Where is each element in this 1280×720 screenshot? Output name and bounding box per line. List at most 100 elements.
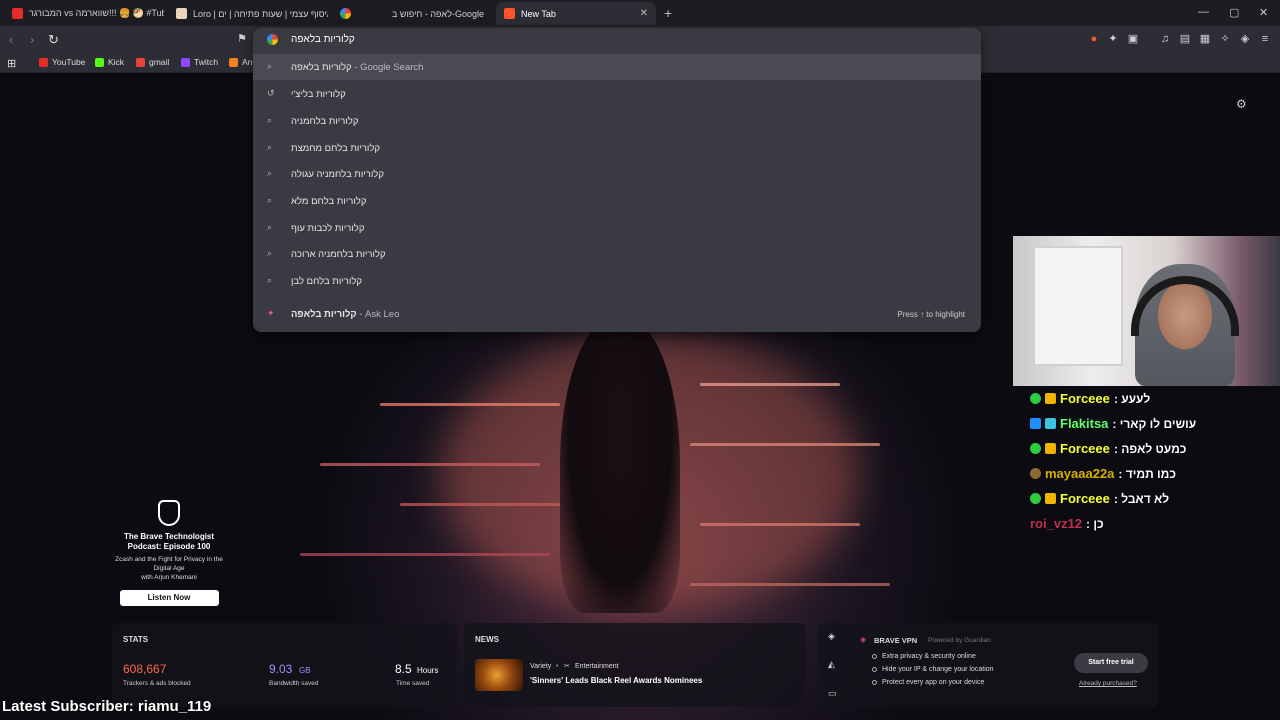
latest-subscriber-banner: Latest Subscriber: riamu_119 xyxy=(2,698,212,715)
tab-new-tab[interactable]: New Tab ✕ xyxy=(496,2,656,25)
wallet-icon[interactable]: ▣ xyxy=(1127,33,1139,45)
stats-heading: STATS xyxy=(123,635,149,644)
vpn-video-icon[interactable]: ▭ xyxy=(828,688,837,699)
light-streak xyxy=(320,463,540,466)
suggestion-text: קלוריות בלחם מלא xyxy=(291,196,367,207)
suggestion-item[interactable]: ⌕ קלוריות בלחם מלא xyxy=(253,188,981,214)
suggestion-item[interactable]: ⌕ קלוריות בלחמניה xyxy=(253,108,981,134)
podcast-guest: with Arjun Khemani xyxy=(141,574,197,581)
chat-text: : לא דאבל xyxy=(1113,491,1170,506)
vpn-feature: Extra privacy & security online xyxy=(872,653,976,660)
bookmark-youtube[interactable]: YouTube xyxy=(39,57,85,67)
youtube-icon xyxy=(12,8,23,19)
verified-badge-icon xyxy=(1030,393,1041,404)
google-icon xyxy=(340,8,351,19)
gmail-icon xyxy=(136,57,145,67)
tab-loro[interactable]: Loro | איסוף עצמי | שעות פתיחה | ים xyxy=(168,2,328,25)
tab-google-search[interactable]: לאפה - חיפוש ב-Google xyxy=(332,2,492,25)
light-streak xyxy=(380,403,560,406)
search-icon: ⌕ xyxy=(267,195,273,205)
address-bar[interactable]: קלוריות בלאפה xyxy=(253,28,981,52)
chat-username: Forceee xyxy=(1060,491,1110,506)
news-headline[interactable]: 'Sinners' Leads Black Reel Awards Nomine… xyxy=(530,676,702,685)
sidebar-icon[interactable]: ▤ xyxy=(1179,33,1191,45)
bookmark-icon[interactable]: ⚑ xyxy=(236,33,248,45)
suggestion-item[interactable]: ⌕ קלוריות בלחם מחמצת xyxy=(253,135,981,161)
search-icon: ⌕ xyxy=(267,275,273,285)
leo-ai-icon[interactable]: ✧ xyxy=(1219,33,1231,45)
ask-leo-item[interactable]: ✦ קלוריות בלאפה - Ask Leo Press ↑ to hig… xyxy=(253,301,981,327)
chat-username: Forceee xyxy=(1060,441,1110,456)
listen-now-button[interactable]: Listen Now xyxy=(119,590,219,606)
chat-text: : לעעע xyxy=(1113,391,1151,406)
bookmark-label: YouTube xyxy=(52,57,86,67)
vpn-icon[interactable]: ◈ xyxy=(1239,33,1251,45)
time-label: Time saved xyxy=(396,680,430,687)
chat-text: : עושים לו קארי xyxy=(1112,416,1197,431)
background-figure xyxy=(560,313,680,613)
check-icon xyxy=(872,680,877,685)
bandwidth-unit: GB xyxy=(299,666,311,675)
news-category: Entertainment xyxy=(575,663,619,670)
suggestion-item[interactable]: ↺ קלוריות בליצ'י xyxy=(253,81,981,107)
reload-icon[interactable]: ↻ xyxy=(48,32,59,48)
minimize-button[interactable]: — xyxy=(1198,6,1209,18)
suggestion-item[interactable]: ⌕ קלוריות בלאפה - Google Search xyxy=(253,54,981,80)
tab-label: המבורגר vs שווארמה!!! 🍔 🥙 #Tube xyxy=(29,8,164,18)
bookmark-gmail[interactable]: gmail xyxy=(136,57,169,67)
extensions-icon[interactable]: ✦ xyxy=(1107,33,1119,45)
forward-icon[interactable]: › xyxy=(30,32,34,47)
leo-icon: ✦ xyxy=(267,308,275,318)
back-icon[interactable]: ‹ xyxy=(9,32,13,47)
start-free-trial-button[interactable]: Start free trial xyxy=(1074,653,1148,673)
vpn-settings-icon[interactable]: ◈ xyxy=(828,631,835,642)
vpn-widget-icon[interactable]: ◭ xyxy=(828,659,835,670)
close-window-button[interactable]: ✕ xyxy=(1259,6,1268,19)
bullet-separator: • xyxy=(556,663,559,670)
crown-badge-icon xyxy=(1045,443,1056,454)
chat-message: Flakitsa : עושים לו קארי xyxy=(1030,411,1270,436)
chat-text: : כן xyxy=(1086,516,1104,531)
podcast-promo: The Brave Technologist Podcast: Episode … xyxy=(112,500,226,606)
keyboard-hint: Press ↑ to highlight xyxy=(897,310,965,319)
chat-message: mayaaa22a : כמו תמיד xyxy=(1030,461,1270,486)
settings-gear-icon[interactable]: ⚙ xyxy=(1236,97,1247,111)
menu-icon[interactable]: ≡ xyxy=(1259,33,1271,45)
light-streak xyxy=(700,523,860,526)
wallet-panel-icon[interactable]: ▦ xyxy=(1199,33,1211,45)
apps-grid-icon[interactable]: ⊞ xyxy=(7,57,16,70)
bookmark-twitch[interactable]: Twitch xyxy=(181,57,218,67)
light-streak xyxy=(300,553,550,556)
brave-lion-icon xyxy=(158,500,180,526)
news-heading: NEWS xyxy=(475,635,499,644)
close-tab-icon[interactable]: ✕ xyxy=(640,8,648,19)
verified-badge-icon xyxy=(1030,493,1041,504)
check-icon xyxy=(872,667,877,672)
suggestion-text: קלוריות בלחמניה עגולה xyxy=(291,169,384,180)
suggestion-item[interactable]: ⌕ קלוריות בלחם לבן xyxy=(253,268,981,294)
stats-card: STATS 608,667 Trackers & ads blocked 9.0… xyxy=(112,623,457,707)
suggestion-text: קלוריות בלחם מחמצת xyxy=(291,143,381,154)
address-input[interactable]: קלוריות בלאפה xyxy=(291,34,355,45)
suggestion-item[interactable]: ⌕ קלוריות בלחמניה עגולה xyxy=(253,161,981,187)
entertainment-icon: ✂ xyxy=(564,663,570,670)
bookmark-label: gmail xyxy=(149,57,170,67)
chat-username: mayaaa22a xyxy=(1045,466,1115,481)
bookmark-kick[interactable]: Kick xyxy=(95,57,124,67)
tab-label: לאפה - חיפוש ב-Google xyxy=(391,8,484,19)
suggestion-item[interactable]: ⌕ קלוריות בלחמניה ארוכה xyxy=(253,241,981,267)
maximize-button[interactable]: ▢ xyxy=(1229,6,1239,19)
bookmark-an[interactable]: An xyxy=(229,57,252,67)
suggestion-text: קלוריות בלאפה - Google Search xyxy=(291,62,424,73)
brave-shields-icon[interactable]: ● xyxy=(1088,33,1100,45)
tab-youtube[interactable]: המבורגר vs שווארמה!!! 🍔 🥙 #Tube xyxy=(4,2,164,25)
light-streak xyxy=(690,443,880,446)
news-card[interactable]: NEWS Variety • ✂ Entertainment 'Sinners'… xyxy=(464,623,806,707)
suggestion-text: קלוריות בלחמניה ארוכה xyxy=(291,249,386,260)
user-badge-icon xyxy=(1030,468,1041,479)
new-tab-button[interactable]: + xyxy=(664,5,672,21)
media-icon[interactable]: ♫ xyxy=(1159,33,1171,45)
already-purchased-link[interactable]: Already purchased? xyxy=(1079,680,1137,687)
suggestion-item[interactable]: ⌕ קלוריות לכבות עוף xyxy=(253,215,981,241)
suggestion-text: קלוריות בלחמניה xyxy=(291,116,359,127)
